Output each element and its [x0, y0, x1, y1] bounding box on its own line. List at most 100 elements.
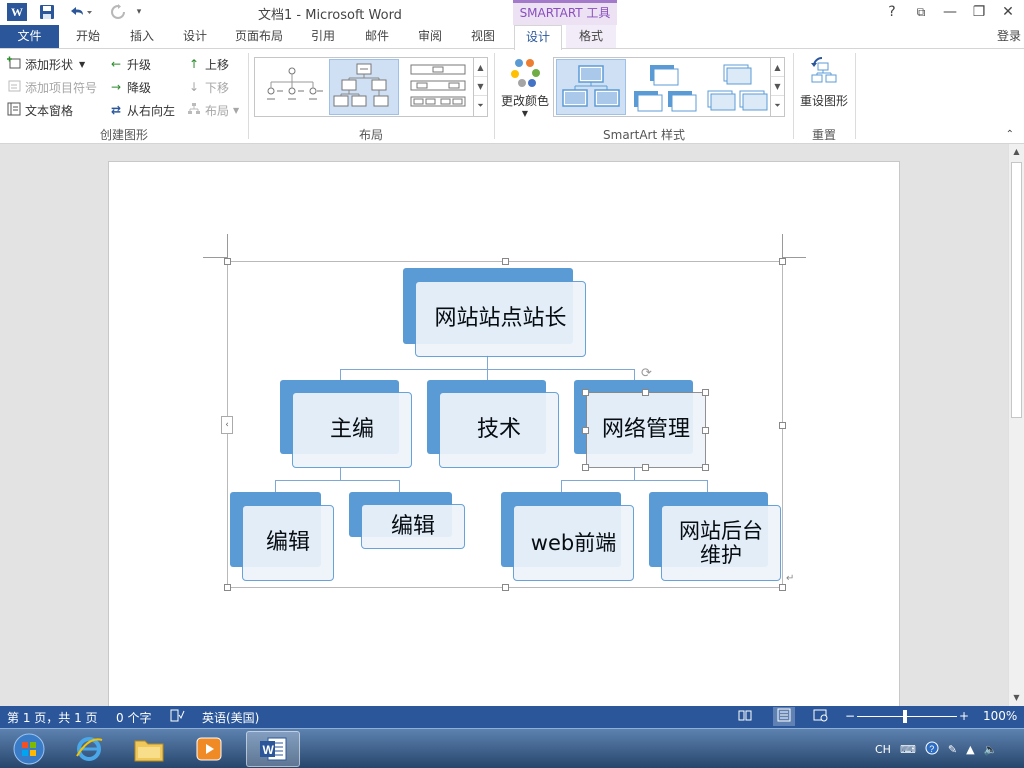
redo-icon[interactable]	[107, 3, 129, 21]
org-node-chief-editor[interactable]: 主编	[280, 380, 414, 469]
org-node-web-frontend[interactable]: web前端	[501, 492, 636, 582]
resize-handle[interactable]	[224, 584, 231, 591]
style-option-2[interactable]	[630, 59, 700, 115]
tab-mailings[interactable]: 邮件	[357, 25, 397, 49]
proofing-icon[interactable]	[170, 709, 185, 725]
undo-icon[interactable]	[66, 3, 94, 21]
ribbon-display-options-icon[interactable]: ⧉	[910, 2, 932, 22]
tab-insert[interactable]: 插入	[122, 25, 162, 49]
scroll-down-icon[interactable]: ▼	[771, 77, 784, 96]
word-count[interactable]: 0 个字	[116, 709, 151, 726]
help-tray-icon[interactable]: ?	[925, 741, 939, 758]
styles-gallery-scroll[interactable]: ▲ ▼ ⏷	[770, 58, 784, 116]
resize-handle[interactable]	[502, 258, 509, 265]
resize-handle[interactable]	[779, 258, 786, 265]
resize-handle[interactable]	[502, 584, 509, 591]
resize-handle[interactable]	[582, 389, 589, 396]
resize-handle[interactable]	[702, 389, 709, 396]
print-layout-icon[interactable]	[773, 707, 795, 726]
tab-design[interactable]: 设计	[175, 25, 215, 49]
pen-icon[interactable]: ✎	[948, 743, 957, 756]
scroll-down-icon[interactable]: ▼	[1009, 690, 1024, 706]
show-hidden-icons[interactable]: ▲	[966, 743, 974, 756]
layout-option-3[interactable]	[403, 59, 473, 115]
reset-graphic-button[interactable]: 重设图形	[798, 55, 850, 115]
resize-handle[interactable]	[582, 464, 589, 471]
close-icon[interactable]: ✕	[997, 2, 1019, 22]
resize-handle[interactable]	[642, 464, 649, 471]
language-indicator[interactable]: 英语(美国)	[202, 709, 259, 726]
demote-button[interactable]: → 降级	[108, 77, 151, 97]
tab-review[interactable]: 审阅	[410, 25, 450, 49]
scroll-up-icon[interactable]: ▲	[474, 58, 487, 77]
minimize-icon[interactable]: —	[939, 2, 961, 22]
resize-handle[interactable]	[582, 427, 589, 434]
tab-file[interactable]: 文件	[0, 25, 59, 49]
scroll-up-icon[interactable]: ▲	[1009, 144, 1024, 160]
layout-option-1[interactable]	[257, 59, 327, 115]
page-count[interactable]: 第 1 页，共 1 页	[7, 709, 98, 726]
zoom-slider-thumb[interactable]	[903, 710, 907, 723]
move-down-button[interactable]: ↓ 下移	[186, 77, 229, 97]
volume-icon[interactable]: 🔈	[984, 743, 998, 756]
scroll-up-icon[interactable]: ▲	[771, 58, 784, 77]
scroll-down-icon[interactable]: ▼	[474, 77, 487, 96]
add-shape-button[interactable]: 添加形状 ▼	[6, 54, 85, 74]
text-pane-toggle-icon[interactable]: ‹	[221, 416, 233, 434]
vertical-scrollbar[interactable]: ▲ ▼	[1008, 144, 1024, 706]
org-node-tech[interactable]: 技术	[427, 380, 561, 469]
resize-handle[interactable]	[779, 422, 786, 429]
customize-qat-icon[interactable]: ▾	[134, 3, 144, 21]
rotate-handle-icon[interactable]: ⟳	[641, 366, 652, 381]
layout-option-2-selected[interactable]	[329, 59, 399, 115]
internet-explorer-icon[interactable]	[62, 731, 116, 767]
start-button[interactable]	[2, 731, 56, 767]
add-bullet-button[interactable]: 添加项目符号	[6, 77, 97, 97]
org-node-editor-2[interactable]: 编辑	[349, 492, 467, 552]
change-colors-button[interactable]: 更改颜色 ▼	[498, 57, 552, 123]
keyboard-icon[interactable]: ⌨	[900, 743, 916, 756]
help-icon[interactable]: ?	[881, 2, 903, 22]
style-option-3[interactable]	[702, 59, 772, 115]
file-explorer-icon[interactable]	[122, 731, 176, 767]
document-page[interactable]: ‹ 网站站点站长 主编 技术 网络管理 ⟳ 编辑 编辑 web前端 网站后台维护…	[108, 161, 900, 706]
layout-dropdown-button[interactable]: 布局 ▼	[186, 100, 239, 120]
move-up-button[interactable]: ↑ 上移	[186, 54, 229, 74]
resize-handle[interactable]	[702, 464, 709, 471]
zoom-level[interactable]: 100%	[983, 709, 1017, 723]
save-icon[interactable]	[38, 3, 56, 21]
restore-icon[interactable]: ❐	[968, 2, 990, 22]
resize-handle[interactable]	[702, 427, 709, 434]
web-layout-icon[interactable]	[813, 709, 828, 725]
org-node-network-admin-selected[interactable]: 网络管理	[574, 380, 709, 471]
resize-handle[interactable]	[642, 389, 649, 396]
zoom-out-icon[interactable]: −	[845, 709, 855, 723]
media-player-icon[interactable]	[182, 731, 236, 767]
gallery-expand-icon[interactable]: ⏷	[771, 96, 784, 115]
tab-home[interactable]: 开始	[68, 25, 108, 49]
smartart-graphic[interactable]: ‹ 网站站点站长 主编 技术 网络管理 ⟳ 编辑 编辑 web前端 网站后台维护	[221, 258, 786, 591]
gallery-expand-icon[interactable]: ⏷	[474, 96, 487, 115]
text-pane-button[interactable]: 文本窗格	[6, 100, 73, 120]
tab-smartart-design[interactable]: 设计	[514, 25, 562, 50]
promote-button[interactable]: ← 升级	[108, 54, 151, 74]
scrollbar-thumb[interactable]	[1011, 162, 1022, 418]
zoom-in-icon[interactable]: +	[959, 709, 969, 723]
org-node-editor-1[interactable]: 编辑	[230, 492, 335, 582]
tab-page-layout[interactable]: 页面布局	[229, 25, 289, 49]
resize-handle[interactable]	[224, 258, 231, 265]
collapse-ribbon-icon[interactable]: ⌃	[1006, 129, 1014, 140]
tab-view[interactable]: 视图	[463, 25, 503, 49]
zoom-slider-track[interactable]	[857, 716, 957, 717]
layout-gallery-scroll[interactable]: ▲ ▼ ⏷	[473, 58, 487, 116]
word-taskbar-icon[interactable]: W	[246, 731, 300, 767]
sign-in-link[interactable]: 登录	[997, 25, 1021, 49]
tab-references[interactable]: 引用	[303, 25, 343, 49]
input-language[interactable]: CH	[875, 743, 891, 756]
org-node-root[interactable]: 网站站点站长	[403, 268, 589, 358]
tab-smartart-format[interactable]: 格式	[566, 25, 616, 49]
word-logo-icon[interactable]: W	[7, 3, 27, 21]
style-option-1-selected[interactable]	[556, 59, 626, 115]
right-to-left-button[interactable]: ⇄ 从右向左	[108, 100, 175, 120]
org-node-site-backend[interactable]: 网站后台维护	[649, 492, 783, 582]
